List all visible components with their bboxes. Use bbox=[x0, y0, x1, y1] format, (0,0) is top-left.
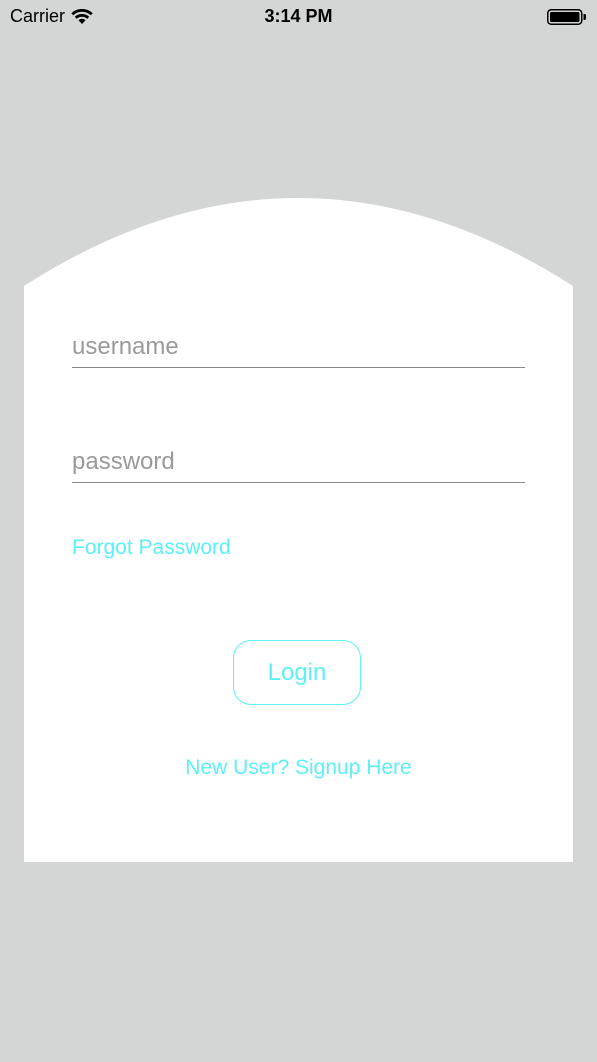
login-button[interactable]: Login bbox=[233, 640, 361, 705]
password-field bbox=[72, 442, 525, 483]
username-field bbox=[72, 327, 525, 368]
signup-link[interactable]: New User? Signup Here bbox=[24, 756, 573, 780]
login-card: Forgot Password Login New User? Signup H… bbox=[24, 290, 573, 862]
username-input[interactable] bbox=[72, 327, 525, 367]
password-input[interactable] bbox=[72, 442, 525, 482]
forgot-password-link[interactable]: Forgot Password bbox=[72, 536, 231, 560]
